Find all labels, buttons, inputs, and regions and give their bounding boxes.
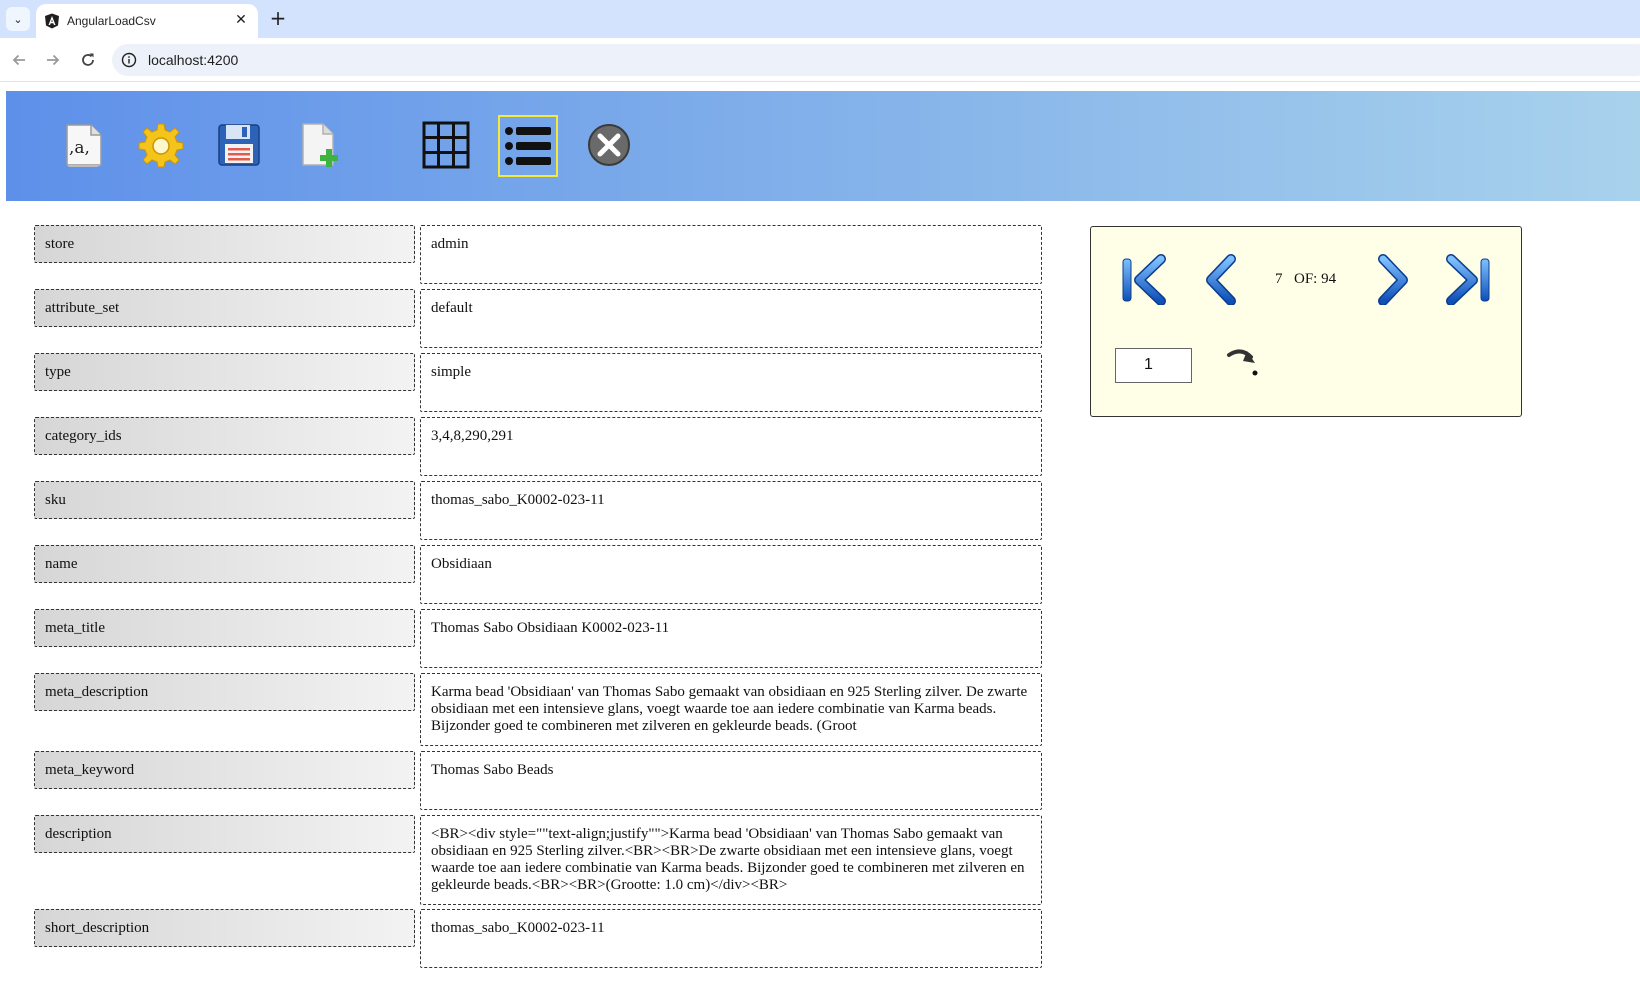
field-label: short_description (34, 909, 415, 947)
browser-tab-strip: ⌄ AngularLoadCsv ✕ + (0, 0, 1640, 38)
new-file-icon (302, 123, 338, 167)
record-total: OF: 94 (1294, 271, 1337, 287)
reload-icon (82, 53, 94, 66)
field-value-input[interactable]: Thomas Sabo Obsidiaan K0002-023-11 (420, 609, 1042, 668)
list-icon (505, 127, 551, 165)
browser-tab[interactable]: AngularLoadCsv ✕ (36, 4, 258, 38)
settings-button[interactable] (134, 117, 188, 173)
field-value-input[interactable]: Karma bead 'Obsidiaan' van Thomas Sabo g… (420, 673, 1042, 746)
field-value-input[interactable]: admin (420, 225, 1042, 284)
new-record-button[interactable] (293, 117, 347, 173)
field-value-input[interactable]: thomas_sabo_K0002-023-11 (420, 481, 1042, 540)
close-tab-icon[interactable]: ✕ (232, 11, 250, 29)
url-text: localhost:4200 (148, 52, 239, 68)
record-navigator: 7 OF: 94 1 (1090, 226, 1522, 417)
field-label: category_ids (34, 417, 415, 455)
field-value-input[interactable]: thomas_sabo_K0002-023-11 (420, 909, 1042, 968)
goto-arrow-icon[interactable] (1225, 343, 1265, 379)
field-label: name (34, 545, 415, 583)
csv-settings-button[interactable]: ,a, (56, 117, 110, 173)
gear-icon (138, 123, 184, 168)
current-record-number: 7 (1275, 271, 1283, 287)
next-record-icon[interactable] (1365, 253, 1417, 305)
list-view-button[interactable] (498, 115, 558, 177)
grid-view-button[interactable] (419, 117, 473, 173)
goto-record-input[interactable]: 1 (1115, 348, 1192, 383)
field-label: attribute_set (34, 289, 415, 327)
site-info-icon[interactable] (121, 52, 137, 68)
field-label: meta_description (34, 673, 415, 711)
field-value-input[interactable]: Thomas Sabo Beads (420, 751, 1042, 810)
field-value-input[interactable]: <BR><div style=""text-align;justify"">Ka… (420, 815, 1042, 905)
first-record-icon[interactable] (1117, 253, 1169, 305)
field-value-input[interactable]: 3,4,8,290,291 (420, 417, 1042, 476)
browser-toolbar: localhost:4200 (0, 38, 1640, 82)
angular-logo-icon (45, 13, 59, 29)
chevron-down-icon: ⌄ (13, 12, 23, 26)
save-button[interactable] (212, 117, 266, 173)
floppy-disk-icon (218, 124, 260, 166)
field-value-input[interactable]: default (420, 289, 1042, 348)
arrow-left-icon (12, 54, 25, 66)
close-button[interactable] (582, 117, 636, 173)
csv-glyph: ,a, (69, 138, 90, 158)
field-label: description (34, 815, 415, 853)
field-label: store (34, 225, 415, 263)
arrow-right-icon (47, 54, 60, 66)
close-circle-icon (588, 124, 630, 166)
previous-record-icon[interactable] (1197, 253, 1249, 305)
address-bar[interactable]: localhost:4200 (112, 44, 1640, 76)
field-label: sku (34, 481, 415, 519)
reload-button[interactable] (76, 48, 100, 72)
grid-icon (422, 121, 470, 169)
back-button[interactable] (7, 48, 31, 72)
new-tab-button[interactable]: + (266, 7, 290, 31)
csv-separator-icon: ,a, (66, 124, 102, 167)
field-label: meta_keyword (34, 751, 415, 789)
last-record-icon[interactable] (1443, 253, 1495, 305)
app-header-toolbar: ,a, (6, 91, 1640, 201)
field-value-input[interactable]: simple (420, 353, 1042, 412)
tab-title: AngularLoadCsv (67, 14, 156, 28)
field-label: meta_title (34, 609, 415, 647)
field-label: type (34, 353, 415, 391)
field-value-input[interactable]: Obsidiaan (420, 545, 1042, 604)
forward-button[interactable] (41, 48, 65, 72)
tab-search-button[interactable]: ⌄ (6, 7, 30, 31)
